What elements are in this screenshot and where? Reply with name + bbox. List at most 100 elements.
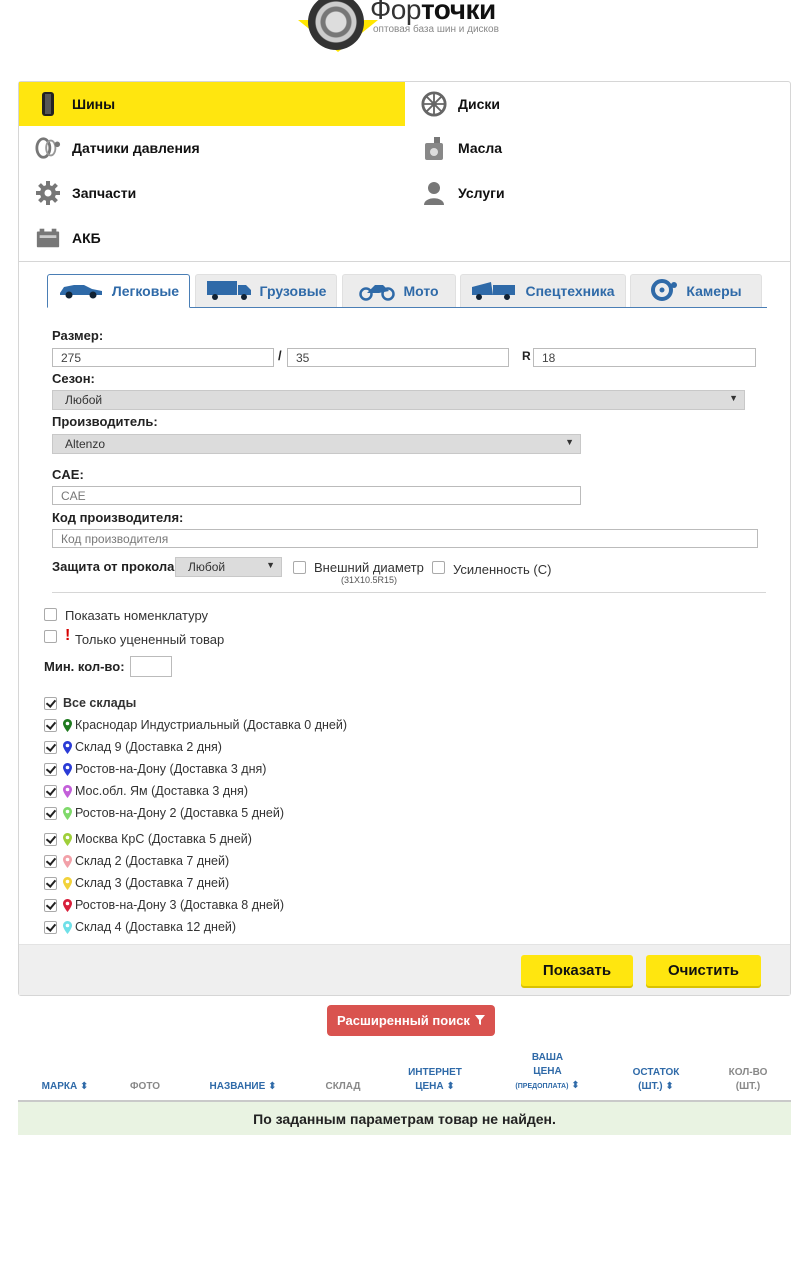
logo-name: Форточки bbox=[370, 0, 496, 25]
clear-button[interactable]: Очистить bbox=[646, 955, 761, 986]
tab-label: Легковые bbox=[111, 283, 180, 299]
warehouse-option[interactable]: Ростов-на-Дону 3 (Доставка 8 дней) bbox=[44, 896, 284, 914]
category-label: Масла bbox=[458, 140, 503, 156]
warehouse-checkbox[interactable] bbox=[44, 854, 57, 868]
warehouse-option[interactable]: Ростов-на-Дону 2 (Доставка 5 дней) bbox=[44, 804, 284, 822]
warehouse-checkbox[interactable] bbox=[44, 832, 57, 846]
form-footer: Показать Очистить bbox=[19, 944, 790, 995]
warehouse-option[interactable]: Склад 9 (Доставка 2 дня) bbox=[44, 738, 222, 756]
warehouse-checkbox[interactable] bbox=[44, 806, 57, 820]
warehouse-checkbox[interactable] bbox=[44, 740, 57, 754]
warehouse-checkbox[interactable] bbox=[44, 718, 57, 732]
puncture-select[interactable]: Любой ▼ bbox=[175, 557, 282, 577]
warehouse-label: Ростов-на-Дону 2 (Доставка 5 дней) bbox=[75, 806, 284, 820]
gear-icon bbox=[35, 180, 61, 206]
min-qty-label: Мин. кол-во: bbox=[44, 659, 125, 674]
warehouse-option[interactable]: Склад 2 (Доставка 7 дней) bbox=[44, 852, 229, 870]
tab-label: Мото bbox=[403, 283, 439, 299]
tire-icon bbox=[35, 91, 61, 117]
sort-icon: ⬍ bbox=[446, 1081, 455, 1092]
special-vehicle-icon bbox=[471, 279, 517, 304]
warehouse-option[interactable]: Москва КрС (Доставка 5 дней) bbox=[44, 830, 252, 848]
map-pin-icon bbox=[63, 718, 72, 732]
divider bbox=[52, 592, 766, 593]
warehouse-option[interactable]: Склад 4 (Доставка 12 дней) bbox=[44, 918, 236, 936]
person-icon bbox=[421, 180, 447, 206]
maker-select[interactable]: Altenzo ▼ bbox=[52, 434, 581, 454]
column-your-price[interactable]: ВАША ЦЕНА (ПРЕДОПЛАТА) ⬍ bbox=[500, 1051, 595, 1094]
tab-label: Камеры bbox=[686, 283, 742, 299]
discount-alert-icon: ! bbox=[65, 627, 71, 644]
category-pressure-sensors[interactable]: Датчики давления bbox=[19, 126, 405, 170]
warehouse-option[interactable]: Краснодар Индустриальный (Доставка 0 дне… bbox=[44, 716, 347, 734]
warehouse-option[interactable]: Склад 3 (Доставка 7 дней) bbox=[44, 874, 229, 892]
warehouse-label: Склад 9 (Доставка 2 дня) bbox=[75, 740, 222, 754]
tab-moto[interactable]: Мото bbox=[342, 274, 456, 307]
profile-input[interactable] bbox=[287, 348, 509, 367]
warehouse-checkbox[interactable] bbox=[44, 920, 57, 934]
column-name[interactable]: НАЗВАНИЕ ⬍ bbox=[198, 1080, 288, 1094]
cae-input[interactable] bbox=[52, 486, 581, 505]
sort-icon: ⬍ bbox=[268, 1081, 277, 1092]
category-tires[interactable]: Шины bbox=[19, 82, 405, 126]
warehouse-label: Мос.обл. Ям (Доставка 3 дня) bbox=[75, 784, 248, 798]
warehouse-checkbox[interactable] bbox=[44, 784, 57, 798]
category-label: Шины bbox=[72, 96, 116, 112]
all-warehouses-checkbox[interactable] bbox=[44, 696, 57, 710]
chevron-down-icon: ▼ bbox=[729, 393, 738, 403]
warehouse-label: Ростов-на-Дону (Доставка 3 дня) bbox=[75, 762, 267, 776]
category-rims[interactable]: Диски bbox=[405, 82, 791, 126]
warehouse-checkbox[interactable] bbox=[44, 876, 57, 890]
site-logo[interactable]: Форточки оптовая база шин и дисков bbox=[298, 0, 528, 56]
category-batteries[interactable]: АКБ bbox=[19, 216, 405, 260]
tab-special[interactable]: Спецтехника bbox=[460, 274, 626, 307]
category-label: Датчики давления bbox=[72, 140, 200, 156]
warehouse-label: Склад 4 (Доставка 12 дней) bbox=[75, 920, 237, 934]
warehouse-option[interactable]: Ростов-на-Дону (Доставка 3 дня) bbox=[44, 760, 266, 778]
column-internet-price[interactable]: ИНТЕРНЕТ ЦЕНА ⬍ bbox=[395, 1066, 475, 1094]
all-warehouses-option[interactable]: Все склады bbox=[44, 694, 136, 712]
show-button[interactable]: Показать bbox=[521, 955, 633, 986]
radius-label: R bbox=[522, 349, 531, 363]
discount-only-checkbox[interactable] bbox=[44, 630, 57, 643]
warehouse-checkbox[interactable] bbox=[44, 762, 57, 776]
manufacturer-code-label: Код производителя: bbox=[52, 510, 184, 525]
category-services[interactable]: Услуги bbox=[405, 171, 791, 215]
battery-icon bbox=[35, 225, 61, 251]
warehouse-checkbox[interactable] bbox=[44, 898, 57, 912]
tab-tubes[interactable]: Камеры bbox=[630, 274, 762, 307]
advanced-search-label: Расширенный поиск bbox=[337, 1013, 470, 1028]
diameter-input[interactable] bbox=[533, 348, 756, 367]
empty-results-message: По заданным параметрам товар не найден. bbox=[18, 1102, 791, 1135]
width-input[interactable] bbox=[52, 348, 274, 367]
column-rest[interactable]: ОСТАТОК (ШТ.) ⬍ bbox=[618, 1066, 694, 1094]
warehouse-option[interactable]: Мос.обл. Ям (Доставка 3 дня) bbox=[44, 782, 248, 800]
size-separator: / bbox=[278, 348, 282, 363]
all-warehouses-label: Все склады bbox=[63, 696, 137, 710]
wheel-rim-icon bbox=[421, 91, 447, 117]
outer-diameter-checkbox[interactable] bbox=[293, 561, 306, 574]
show-nomenclature-label: Показать номенклатуру bbox=[65, 608, 209, 623]
show-nomenclature-checkbox[interactable] bbox=[44, 608, 57, 621]
map-pin-icon bbox=[63, 806, 72, 820]
season-select[interactable]: Любой ▼ bbox=[52, 390, 745, 410]
tab-trucks[interactable]: Грузовые bbox=[195, 274, 337, 307]
category-oils[interactable]: Масла bbox=[405, 126, 791, 170]
category-parts[interactable]: Запчасти bbox=[19, 171, 405, 215]
maker-value: Altenzo bbox=[65, 437, 106, 451]
map-pin-icon bbox=[63, 740, 72, 754]
tab-passenger[interactable]: Легковые bbox=[47, 274, 190, 308]
map-pin-icon bbox=[63, 898, 72, 912]
reinforced-checkbox[interactable] bbox=[432, 561, 445, 574]
advanced-search-button[interactable]: Расширенный поиск bbox=[327, 1005, 495, 1036]
min-qty-input[interactable] bbox=[130, 656, 172, 677]
car-icon bbox=[58, 281, 104, 302]
chevron-down-icon: ▼ bbox=[565, 437, 574, 447]
manufacturer-code-input[interactable] bbox=[52, 529, 758, 548]
size-label: Размер: bbox=[52, 328, 104, 343]
sort-icon: ⬍ bbox=[665, 1081, 674, 1092]
column-photo: ФОТО bbox=[130, 1081, 160, 1092]
map-pin-icon bbox=[63, 832, 72, 846]
category-label: Диски bbox=[458, 96, 500, 112]
column-brand[interactable]: МАРКА ⬍ bbox=[30, 1080, 100, 1094]
